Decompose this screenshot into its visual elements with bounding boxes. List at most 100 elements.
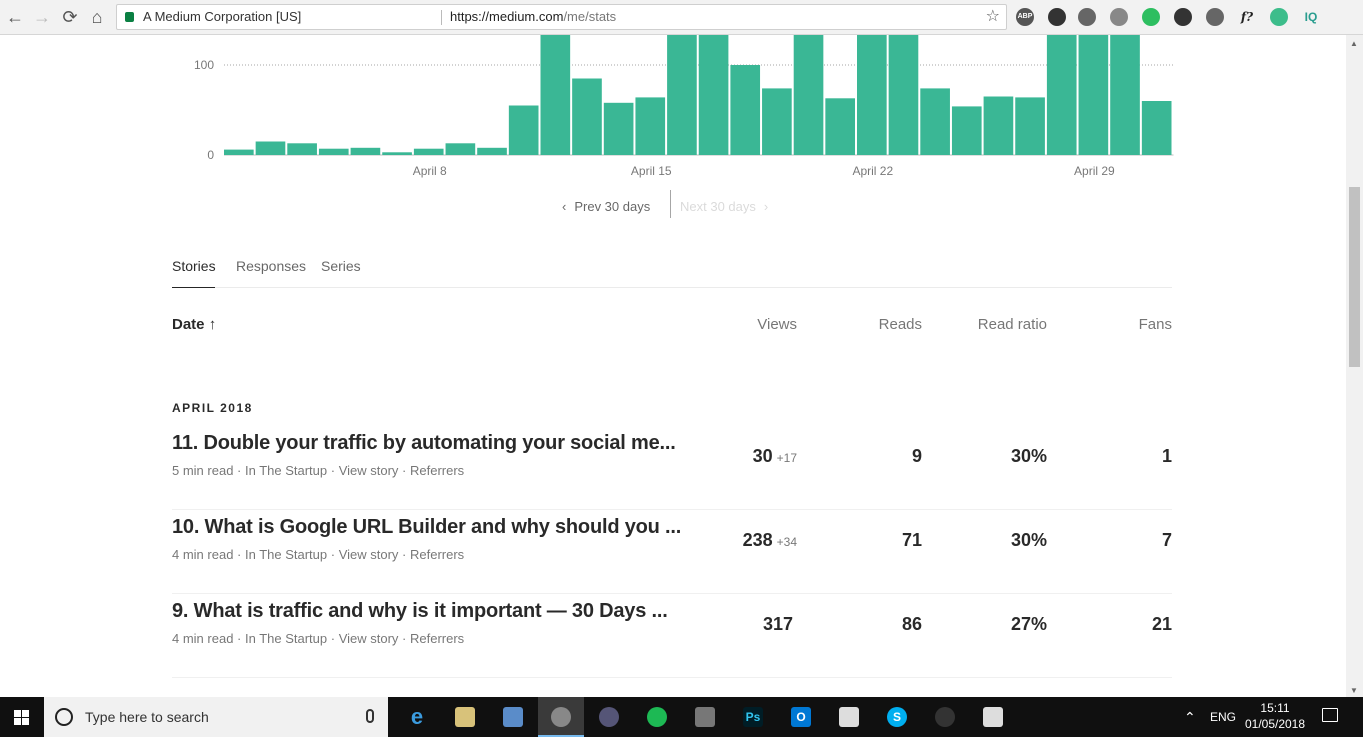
referrers-link[interactable]: Referrers [410, 547, 464, 562]
chart-bar[interactable] [888, 35, 919, 155]
chart-bar[interactable] [572, 78, 602, 156]
fans-header[interactable]: Fans [1052, 316, 1172, 333]
reload-icon[interactable]: ⟳ [59, 6, 81, 28]
chart-bar[interactable] [508, 105, 539, 156]
referrers-link[interactable]: Referrers [410, 463, 464, 478]
chart-bar[interactable] [477, 147, 507, 155]
photos-icon[interactable] [970, 697, 1016, 737]
table-row[interactable]: 10. What is Google URL Builder and why s… [172, 510, 1172, 594]
file-explorer-icon[interactable] [442, 697, 488, 737]
evernote-icon[interactable] [1142, 8, 1160, 26]
chart-bar[interactable] [350, 147, 381, 155]
bookmark-star-icon[interactable]: ☆ [986, 5, 1000, 29]
chart-bar[interactable] [1078, 35, 1109, 155]
extension-icon[interactable] [1206, 8, 1224, 26]
arrow-up-icon: ↑ [208, 316, 217, 333]
publication-link[interactable]: In The Startup [245, 631, 327, 646]
chart-bar[interactable] [540, 35, 571, 156]
referrers-link[interactable]: Referrers [410, 631, 464, 646]
chart-bar[interactable] [1015, 97, 1045, 155]
taskbar-search[interactable]: Type here to search [44, 697, 388, 737]
photoshop-icon[interactable]: Ps [730, 697, 776, 737]
chart-bar[interactable] [318, 148, 349, 155]
view-story-link[interactable]: View story [339, 631, 399, 646]
obs-icon[interactable] [922, 697, 968, 737]
tray-chevron-icon[interactable]: ⌃ [1184, 697, 1196, 737]
chart-bar[interactable] [382, 152, 412, 155]
read-ratio-header[interactable]: Read ratio [927, 316, 1047, 333]
views-cell: 238 +34 [677, 530, 797, 551]
chart-bar[interactable] [951, 106, 982, 155]
iq-icon[interactable]: IQ [1302, 8, 1320, 26]
pinterest-icon[interactable] [1078, 8, 1096, 26]
chart-bar[interactable] [1110, 35, 1140, 155]
story-title[interactable]: 11. Double your traffic by automating yo… [172, 432, 702, 455]
microphone-icon[interactable] [366, 709, 374, 723]
table-row[interactable]: 9. What is traffic and why is it importa… [172, 594, 1172, 678]
prev-30-days-link[interactable]: ‹ Prev 30 days [562, 196, 650, 218]
chart-bar[interactable] [287, 143, 317, 155]
home-icon[interactable]: ⌂ [86, 6, 108, 28]
media-icon[interactable] [682, 697, 728, 737]
view-story-link[interactable]: View story [339, 463, 399, 478]
clock[interactable]: 15:11 01/05/2018 [1244, 700, 1306, 732]
camera-icon[interactable] [1110, 8, 1128, 26]
publication-link[interactable]: In The Startup [245, 463, 327, 478]
fx-icon[interactable]: f? [1238, 8, 1256, 26]
scroll-thumb[interactable] [1349, 187, 1360, 367]
chart-bar[interactable] [825, 98, 855, 155]
abp-icon[interactable]: ABP [1016, 8, 1034, 26]
eyedropper-icon[interactable] [1048, 8, 1066, 26]
chart-bar[interactable] [1141, 101, 1172, 155]
action-center-icon[interactable] [1322, 708, 1338, 722]
chart-bar[interactable] [224, 149, 254, 155]
chrome-icon[interactable] [538, 697, 584, 737]
edge-icon[interactable]: e [394, 697, 440, 737]
chart-bar[interactable] [445, 143, 476, 155]
chart-bar[interactable] [920, 88, 950, 155]
tab-responses[interactable]: Responses [236, 257, 306, 288]
chart-bar[interactable] [667, 35, 697, 155]
stats-page: 0100200April 8April 15April 22April 29 ‹… [0, 35, 1346, 697]
address-bar[interactable]: A Medium Corporation [US] https://medium… [116, 4, 1007, 30]
scroll-up-icon[interactable]: ▲ [1350, 39, 1358, 48]
url-text[interactable]: https://medium.com/me/stats [450, 5, 616, 29]
skype-icon[interactable]: S [874, 697, 920, 737]
chart-bar[interactable] [698, 35, 729, 155]
reads-header[interactable]: Reads [802, 316, 922, 333]
chart-bar[interactable] [983, 96, 1014, 156]
forward-arrow-icon[interactable]: → [31, 6, 53, 28]
chart-bar[interactable] [857, 35, 887, 155]
chart-bar[interactable] [1046, 35, 1077, 155]
chart-bar[interactable] [635, 97, 666, 155]
publication-link[interactable]: In The Startup [245, 547, 327, 562]
chart-bar[interactable] [255, 141, 286, 156]
record-icon[interactable] [1174, 8, 1192, 26]
chart-bar[interactable] [793, 35, 824, 155]
table-row[interactable]: 11. Double your traffic by automating yo… [172, 426, 1172, 510]
view-story-link[interactable]: View story [339, 547, 399, 562]
date-sort-header[interactable]: Date ↑ [172, 316, 216, 333]
window-app-icon[interactable] [826, 697, 872, 737]
chart-bar[interactable] [730, 65, 761, 155]
page-scrollbar[interactable]: ▲ ▼ [1346, 35, 1363, 697]
paint-icon[interactable] [490, 697, 536, 737]
tag-icon[interactable] [1270, 8, 1288, 26]
language-indicator[interactable]: ENG [1210, 697, 1236, 737]
back-arrow-icon[interactable]: ← [4, 6, 26, 28]
scroll-down-icon[interactable]: ▼ [1350, 686, 1358, 695]
chart-bar[interactable] [762, 88, 792, 155]
views-header[interactable]: Views [677, 316, 797, 333]
photoshop-glyph: Ps [743, 707, 763, 727]
start-button[interactable] [0, 697, 44, 737]
spotify-icon[interactable] [634, 697, 680, 737]
tab-stories[interactable]: Stories [172, 257, 216, 288]
firefox-icon[interactable] [586, 697, 632, 737]
chart-bar[interactable] [413, 148, 444, 155]
outlook-icon[interactable]: O [778, 697, 824, 737]
story-title[interactable]: 9. What is traffic and why is it importa… [172, 600, 702, 623]
story-title[interactable]: 10. What is Google URL Builder and why s… [172, 516, 702, 539]
chart-bar[interactable] [603, 102, 634, 155]
site-org: A Medium Corporation [US] [143, 9, 302, 24]
tab-series[interactable]: Series [321, 257, 361, 288]
